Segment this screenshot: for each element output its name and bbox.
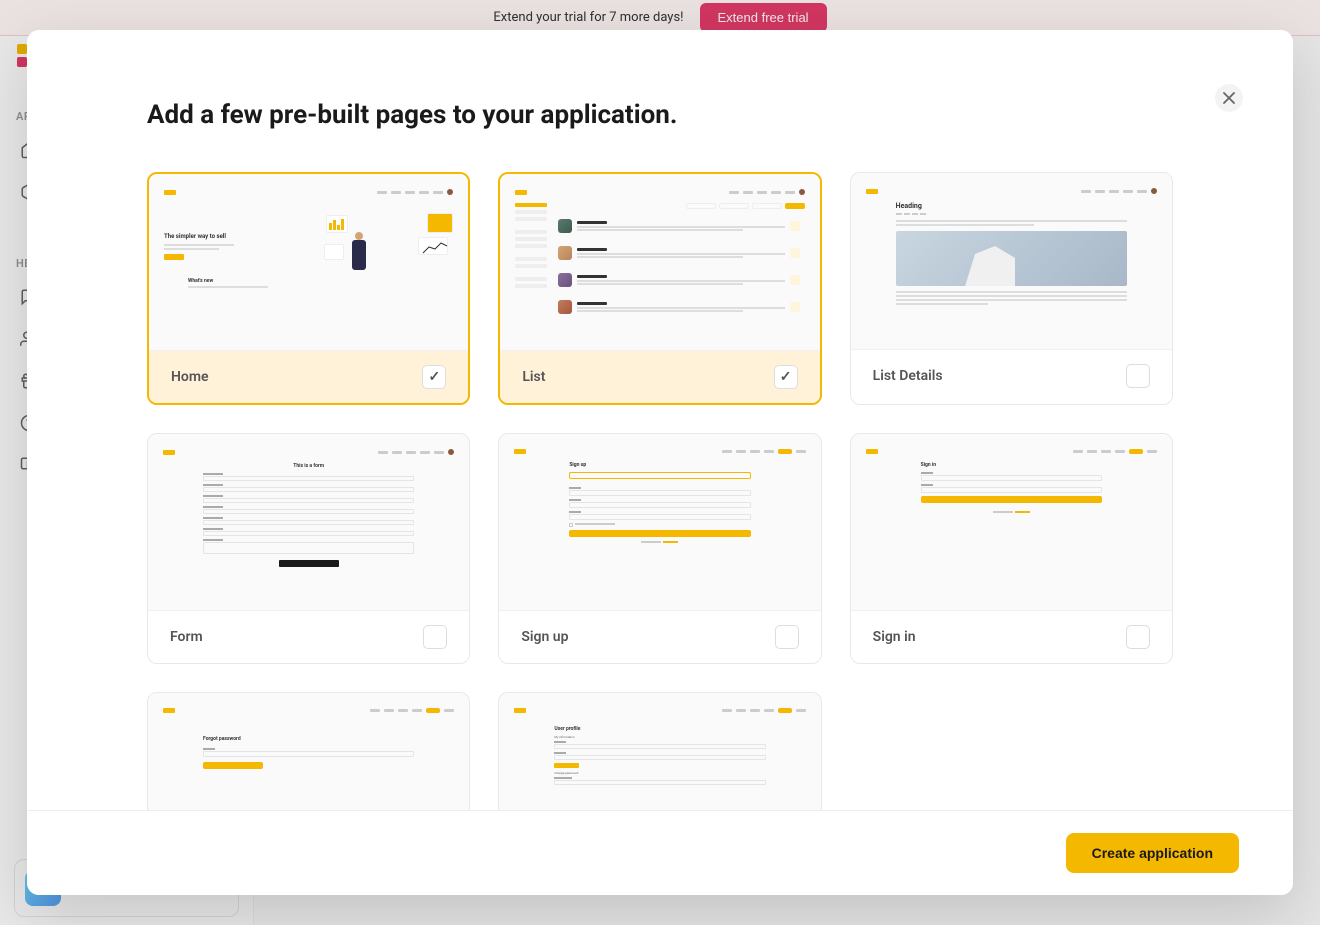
page-card-forgot-password[interactable]: Forgot password Forgot Password bbox=[147, 692, 470, 810]
page-card-checkbox[interactable] bbox=[775, 625, 799, 649]
page-card-checkbox[interactable] bbox=[423, 625, 447, 649]
page-card-label: List Details bbox=[873, 368, 943, 384]
page-preview-form: This is a form bbox=[148, 434, 469, 611]
page-preview-signup: Sign up bbox=[499, 434, 820, 611]
page-card-signup[interactable]: Sign up Sign up bbox=[498, 433, 821, 664]
page-card-checkbox[interactable] bbox=[774, 365, 798, 389]
page-card-signin[interactable]: Sign in Sign in bbox=[850, 433, 1173, 664]
page-card-label: Home bbox=[171, 369, 209, 385]
page-card-label: List bbox=[522, 369, 545, 385]
page-card-user-profile[interactable]: User profile My information Change passw… bbox=[498, 692, 821, 810]
create-application-button[interactable]: Create application bbox=[1066, 833, 1239, 873]
page-card-checkbox[interactable] bbox=[1126, 625, 1150, 649]
modal-close-button[interactable] bbox=[1215, 84, 1243, 112]
page-preview-user-profile: User profile My information Change passw… bbox=[499, 693, 820, 810]
add-pages-modal: Add a few pre-built pages to your applic… bbox=[27, 30, 1293, 895]
page-preview-list-details: Heading bbox=[851, 173, 1172, 350]
page-card-form[interactable]: This is a form Form bbox=[147, 433, 470, 664]
page-card-label: Sign in bbox=[873, 629, 916, 645]
page-card-label: Form bbox=[170, 629, 203, 645]
close-icon bbox=[1223, 92, 1235, 104]
page-card-checkbox[interactable] bbox=[1126, 364, 1150, 388]
page-card-list-details[interactable]: Heading List Details bbox=[850, 172, 1173, 405]
page-card-home[interactable]: The simpler way to sell bbox=[147, 172, 470, 405]
page-card-label: Sign up bbox=[521, 629, 568, 645]
page-preview-forgot-password: Forgot password bbox=[148, 693, 469, 810]
page-preview-home: The simpler way to sell bbox=[149, 174, 468, 351]
page-card-checkbox[interactable] bbox=[422, 365, 446, 389]
page-card-list[interactable]: List bbox=[498, 172, 821, 405]
page-preview-signin: Sign in bbox=[851, 434, 1172, 611]
modal-footer: Create application bbox=[27, 810, 1293, 895]
modal-title: Add a few pre-built pages to your applic… bbox=[147, 100, 1173, 130]
page-preview-list bbox=[500, 174, 819, 351]
